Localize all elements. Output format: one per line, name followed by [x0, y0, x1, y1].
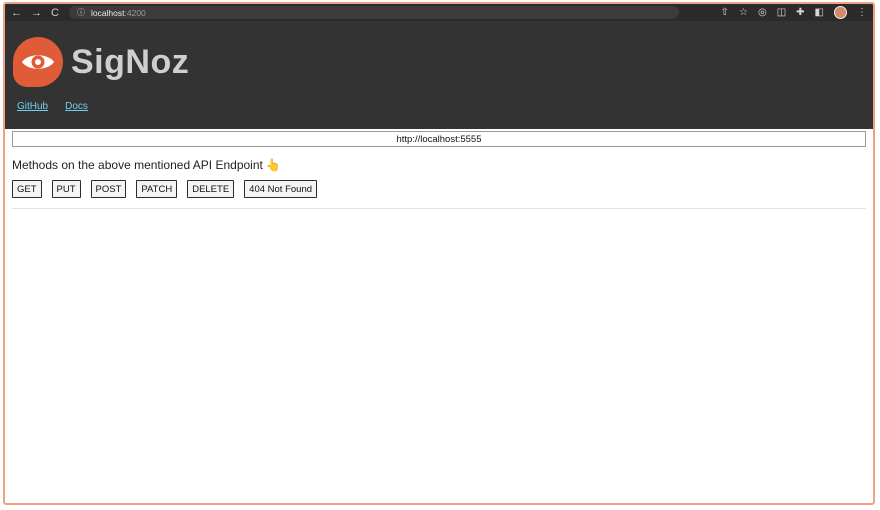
pointing-up-icon: 👆 — [265, 158, 281, 172]
divider — [12, 208, 866, 209]
site-info-icon[interactable]: ⓘ — [77, 7, 85, 18]
put-button[interactable]: PUT — [51, 180, 81, 198]
reload-icon[interactable]: C — [51, 7, 59, 19]
method-buttons: GET PUT POST PATCH DELETE 404 Not Found — [12, 180, 873, 198]
profile-avatar[interactable] — [834, 6, 847, 19]
puzzle-icon[interactable]: ✚ — [796, 7, 804, 18]
browser-nav: ← → C — [11, 7, 59, 19]
page-frame: ← → C ⓘ localhost:4200 ⇧ ☆ ◎ ◫ ✚ ◧ ⋮ Si… — [3, 2, 875, 505]
share-icon[interactable]: ⇧ — [721, 7, 729, 18]
extension-icon[interactable]: ◎ — [758, 7, 767, 18]
logo-text: SigNoz — [71, 42, 190, 81]
github-link[interactable]: GitHub — [17, 101, 48, 112]
get-button[interactable]: GET — [12, 180, 42, 198]
methods-title: Methods on the above mentioned API Endpo… — [12, 158, 263, 172]
url-host: localhost — [90, 7, 125, 18]
post-button[interactable]: POST — [90, 180, 127, 198]
methods-heading: Methods on the above mentioned API Endpo… — [12, 158, 873, 172]
site-header: SigNoz GitHub Docs — [5, 21, 873, 129]
url-port: :4200 — [124, 7, 146, 18]
browser-toolbar: ← → C ⓘ localhost:4200 ⇧ ☆ ◎ ◫ ✚ ◧ ⋮ — [5, 4, 873, 21]
bookmark-icon[interactable]: ☆ — [739, 7, 748, 18]
eye-icon — [13, 37, 63, 87]
extension-2-icon[interactable]: ◫ — [777, 7, 786, 18]
menu-icon[interactable]: ⋮ — [857, 7, 867, 18]
back-icon[interactable]: ← — [11, 7, 22, 19]
api-endpoint: http://localhost:5555 — [12, 131, 866, 147]
address-bar[interactable]: ⓘ localhost:4200 — [68, 6, 679, 19]
forward-icon[interactable]: → — [31, 7, 42, 19]
delete-button[interactable]: DELETE — [187, 180, 235, 198]
docs-link[interactable]: Docs — [65, 101, 88, 112]
logo: SigNoz — [13, 37, 189, 87]
sidebar-icon[interactable]: ◧ — [815, 7, 824, 18]
not-found-button[interactable]: 404 Not Found — [244, 180, 318, 198]
patch-button[interactable]: PATCH — [136, 180, 178, 198]
header-links: GitHub Docs — [17, 101, 88, 112]
browser-actions: ⇧ ☆ ◎ ◫ ✚ ◧ ⋮ — [721, 6, 867, 19]
